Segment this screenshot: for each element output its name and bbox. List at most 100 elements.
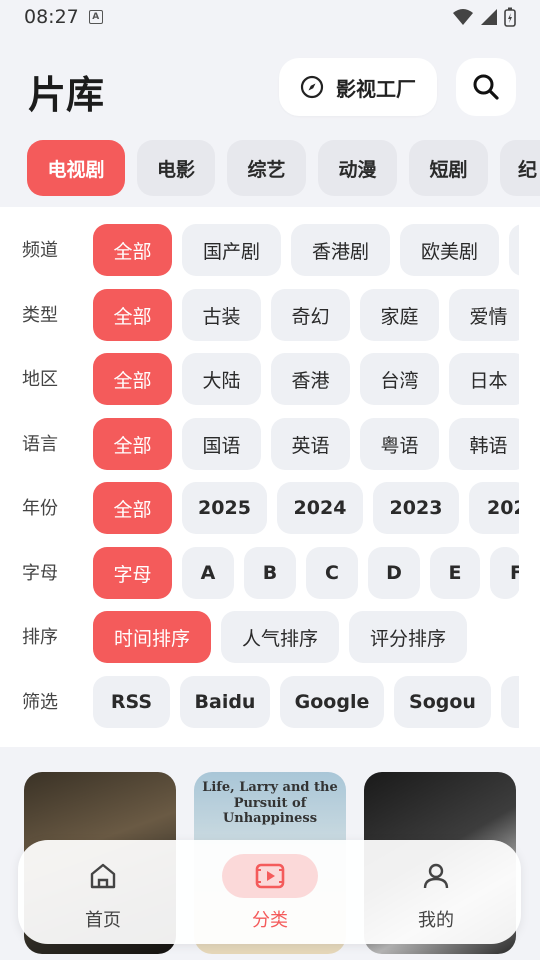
filter-row-source: 筛选 RSS Baidu Google Sogou	[0, 676, 540, 730]
tab-category-3[interactable]: 动漫	[318, 140, 397, 196]
filter-chip[interactable]: 字母	[93, 547, 172, 599]
nav-icon-wrap	[222, 854, 318, 898]
filter-chips: 全部 大陆 香港 台湾 日本	[93, 353, 519, 407]
tab-category-5[interactable]: 纪	[500, 140, 540, 196]
compass-icon	[300, 75, 324, 99]
nav-label: 我的	[418, 910, 454, 931]
a-icon: A	[88, 10, 103, 24]
studio-button[interactable]: 影视工厂	[279, 58, 437, 116]
studio-label: 影视工厂	[336, 76, 416, 101]
tab-category-1[interactable]: 电影	[137, 140, 215, 196]
filter-chip[interactable]: D	[368, 547, 420, 599]
filter-chip[interactable]: C	[306, 547, 358, 599]
filter-chip[interactable]: 202	[469, 482, 519, 534]
filter-chip[interactable]	[509, 224, 519, 276]
home-icon	[90, 863, 116, 889]
filter-chips: 全部202520242023202	[93, 482, 519, 536]
status-icons	[452, 7, 516, 27]
filter-chip[interactable]: F	[490, 547, 519, 599]
nav-icon-wrap	[55, 854, 151, 898]
header: 片库 影视工厂	[0, 56, 540, 118]
filter-row-language: 语言 全部 国语 英语 粤语 韩语	[0, 418, 540, 472]
filter-chip[interactable]	[501, 676, 519, 728]
filter-chip[interactable]: 人气排序	[221, 611, 339, 663]
filter-label: 类型	[22, 305, 58, 326]
filter-chip[interactable]: 香港	[271, 353, 350, 405]
page-title: 片库	[28, 73, 105, 117]
filter-label: 语言	[22, 434, 58, 455]
person-icon	[423, 863, 449, 889]
filter-chip[interactable]: 粤语	[360, 418, 439, 470]
filter-chip[interactable]: 爱情	[449, 289, 519, 341]
nav-item-home[interactable]: 首页	[43, 840, 163, 944]
filter-chips: 时间排序 人气排序 评分排序	[93, 611, 519, 665]
filter-chip[interactable]: E	[430, 547, 480, 599]
filter-chip[interactable]: 全部	[93, 482, 172, 534]
filter-chip[interactable]: 大陆	[182, 353, 261, 405]
category-tabs: 电视剧 电影 综艺 动漫 短剧纪	[0, 140, 540, 198]
filter-chip[interactable]: 2024	[277, 482, 363, 534]
filter-label: 字母	[22, 563, 58, 584]
filter-chip[interactable]: 家庭	[360, 289, 439, 341]
filter-row-type: 类型 全部 古装 奇幻 家庭 爱情	[0, 289, 540, 343]
search-icon	[473, 74, 499, 100]
filter-chip[interactable]: 香港剧	[291, 224, 390, 276]
filter-row-channel: 频道 全部 国产剧 香港剧 欧美剧	[0, 224, 540, 278]
filter-chip[interactable]: B	[244, 547, 296, 599]
nav-item-profile[interactable]: 我的	[376, 840, 496, 944]
nav-label: 首页	[85, 910, 121, 931]
filter-chip[interactable]: RSS	[93, 676, 170, 728]
filter-chip[interactable]: 国语	[182, 418, 261, 470]
filter-chips: 全部 国语 英语 粤语 韩语	[93, 418, 519, 472]
filter-chip[interactable]: 国产剧	[182, 224, 281, 276]
filter-row-sort: 排序 时间排序 人气排序 评分排序	[0, 611, 540, 665]
nav-icon-wrap	[388, 854, 484, 898]
filter-row-year: 年份 全部202520242023202	[0, 482, 540, 536]
filter-chip[interactable]: 2025	[182, 482, 267, 534]
filter-chip[interactable]: A	[182, 547, 234, 599]
filter-chip[interactable]: 全部	[93, 224, 172, 276]
filter-row-letter: 字母 字母 A B C D E F	[0, 547, 540, 601]
play-box-icon	[255, 863, 285, 889]
filter-chip[interactable]: Baidu	[180, 676, 270, 728]
tab-category-4[interactable]: 短剧	[409, 140, 488, 196]
filter-chip[interactable]: 奇幻	[271, 289, 350, 341]
filter-chips: 全部 国产剧 香港剧 欧美剧	[93, 224, 519, 278]
filter-chip[interactable]: 韩语	[449, 418, 519, 470]
filter-chip[interactable]: 时间排序	[93, 611, 211, 663]
nav-item-category[interactable]: 分类	[210, 840, 330, 944]
filter-chip[interactable]: 台湾	[360, 353, 439, 405]
signal-icon	[481, 9, 497, 25]
filter-chip[interactable]: 全部	[93, 289, 172, 341]
bottom-nav: 首页 分类 我的	[18, 840, 521, 944]
filter-chips: 字母 A B C D E F	[93, 547, 519, 601]
filter-chip[interactable]: 英语	[271, 418, 350, 470]
filter-chips: 全部 古装 奇幻 家庭 爱情	[93, 289, 519, 343]
filter-chip[interactable]: Sogou	[394, 676, 491, 728]
nav-label: 分类	[252, 910, 288, 931]
filter-label: 地区	[22, 369, 58, 390]
wifi-icon	[453, 9, 473, 25]
filter-chip[interactable]: 2023	[373, 482, 459, 534]
filter-label: 频道	[22, 240, 58, 261]
filter-chip[interactable]: 日本	[449, 353, 519, 405]
tab-category-2[interactable]: 综艺	[227, 140, 306, 196]
search-button[interactable]	[456, 58, 516, 116]
filter-chip[interactable]: Google	[280, 676, 384, 728]
filter-chip[interactable]: 古装	[182, 289, 261, 341]
filter-label: 筛选	[22, 692, 58, 713]
filter-chip[interactable]: 全部	[93, 353, 172, 405]
filter-chip[interactable]: 欧美剧	[400, 224, 499, 276]
status-bar: 08:27 A	[0, 0, 540, 34]
poster-title: Life, Larry and the Pursuit of Unhappine…	[202, 780, 338, 827]
filter-chips: RSS Baidu Google Sogou	[93, 676, 519, 730]
filter-panel: 频道 全部 国产剧 香港剧 欧美剧 类型 全部 古装 奇幻 家庭 爱情 地区 全部 大陆 香港 台湾…	[0, 207, 540, 747]
status-time: 08:27	[24, 6, 79, 28]
filter-label: 年份	[22, 498, 58, 519]
battery-icon	[504, 7, 516, 27]
tab-category-0[interactable]: 电视剧	[27, 140, 125, 196]
filter-label: 排序	[22, 627, 58, 648]
filter-row-region: 地区 全部 大陆 香港 台湾 日本	[0, 353, 540, 407]
filter-chip[interactable]: 评分排序	[349, 611, 467, 663]
filter-chip[interactable]: 全部	[93, 418, 172, 470]
